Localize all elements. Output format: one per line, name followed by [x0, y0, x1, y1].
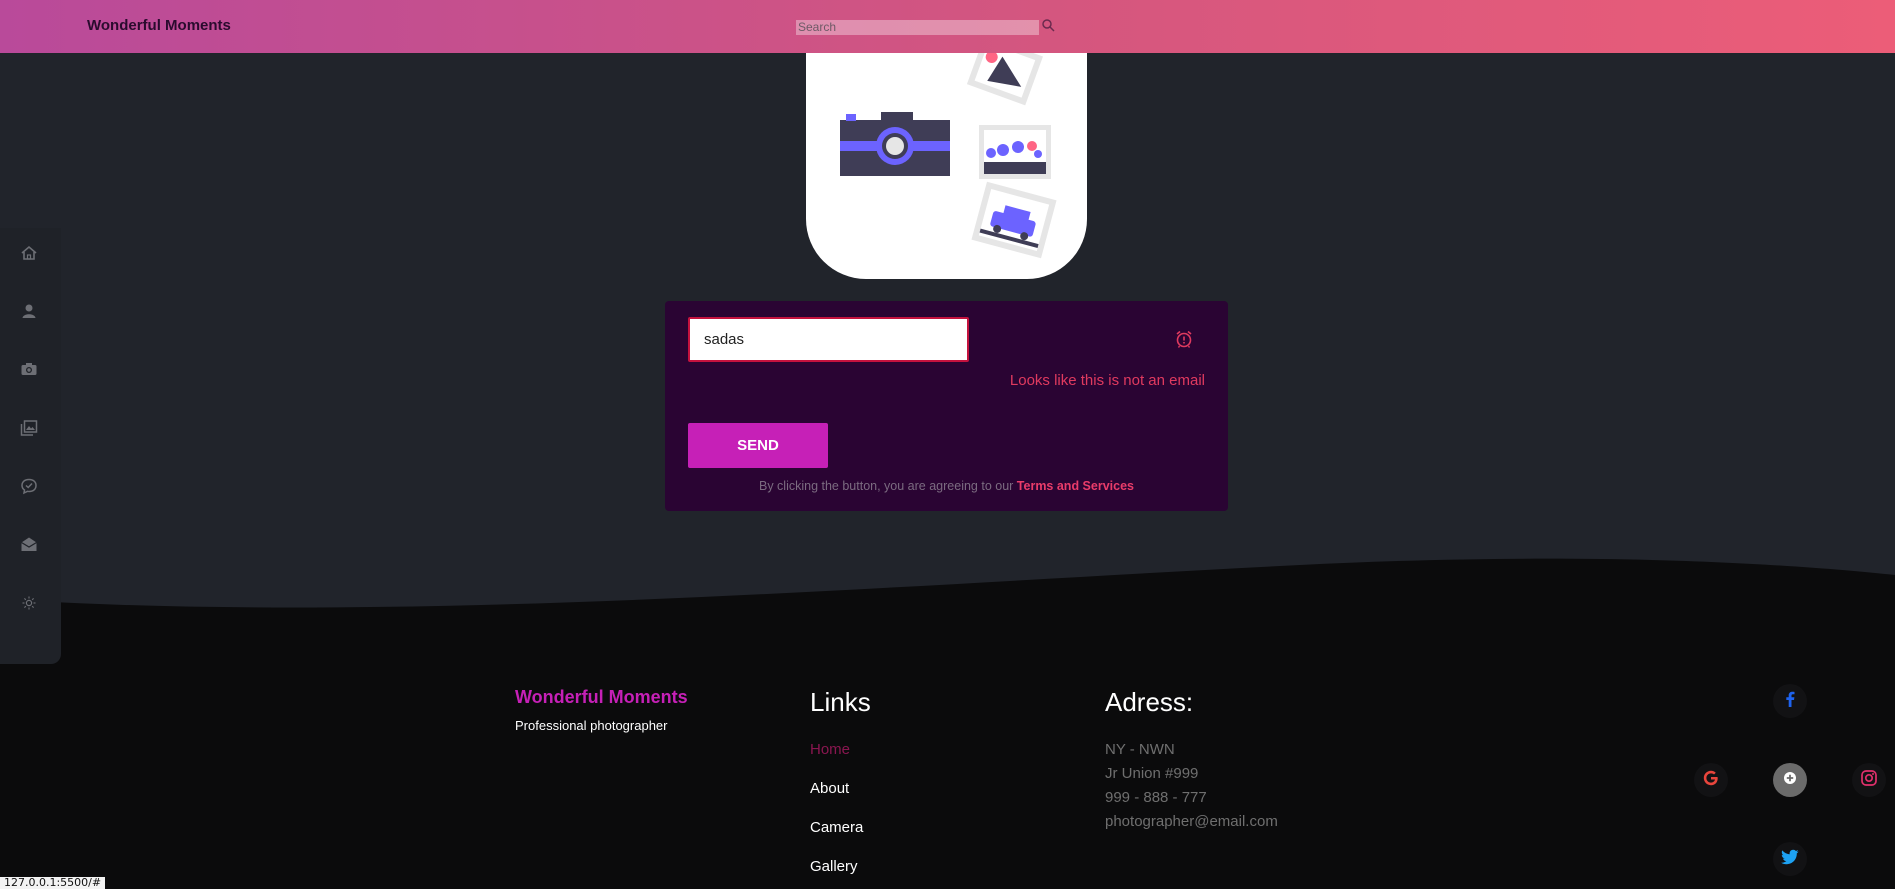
sidebar-item-home[interactable]	[18, 244, 40, 266]
footer-link-gallery[interactable]: Gallery	[810, 858, 858, 875]
gallery-icon	[20, 419, 38, 442]
email-error-message: Looks like this is not an email	[1009, 372, 1205, 389]
search-input[interactable]	[796, 19, 1039, 35]
status-url: 127.0.0.1:5500/#	[0, 877, 106, 889]
sidebar-item-camera[interactable]	[18, 360, 40, 382]
search-bar	[796, 18, 1055, 36]
terms-prefix: By clicking the button, you are agreeing…	[758, 479, 1014, 493]
instagram-link[interactable]	[1852, 763, 1886, 797]
sidebar-item-theme[interactable]	[18, 594, 40, 616]
footer-link-camera[interactable]: Camera	[810, 819, 863, 836]
send-button[interactable]: SEND	[688, 423, 828, 468]
sidebar-item-messages[interactable]	[18, 477, 40, 499]
twitter-icon	[1781, 849, 1799, 870]
site-footer: Wonderful Moments Professional photograp…	[0, 630, 1895, 889]
home-icon	[20, 244, 38, 267]
footer-link-home[interactable]: Home	[810, 741, 850, 758]
search-icon[interactable]	[1041, 18, 1056, 33]
terms-notice: By clicking the button, you are agreeing…	[665, 479, 1228, 493]
sun-icon	[22, 596, 36, 615]
footer-link-about[interactable]: About	[810, 780, 849, 797]
sidebar-item-gallery[interactable]	[18, 419, 40, 441]
add-social-link[interactable]	[1773, 763, 1807, 797]
sidebar-item-contact[interactable]	[18, 535, 40, 557]
footer-brand: Wonderful Moments	[515, 687, 688, 707]
facebook-link[interactable]	[1773, 684, 1807, 718]
side-navigation	[0, 228, 61, 664]
twitter-link[interactable]	[1773, 842, 1807, 876]
address-heading: Adress:	[1105, 687, 1194, 717]
footer-tagline: Professional photographer	[515, 718, 668, 733]
address-line: NY - NWN	[1105, 741, 1175, 758]
terms-link[interactable]: Terms and Services	[1017, 479, 1134, 493]
links-heading: Links	[810, 687, 871, 717]
google-link[interactable]	[1694, 763, 1728, 797]
instagram-icon	[1860, 769, 1878, 792]
email-field[interactable]	[688, 317, 969, 362]
top-navbar: Wonderful Moments	[0, 0, 1895, 53]
subscribe-form: Looks like this is not an email SEND By …	[665, 301, 1228, 511]
plus-icon	[1783, 771, 1797, 790]
google-icon	[1702, 769, 1720, 792]
facebook-icon	[1783, 691, 1797, 712]
address-email: photographer@email.com	[1105, 813, 1278, 830]
address-phone: 999 - 888 - 777	[1105, 789, 1207, 806]
footer-wave	[0, 558, 1895, 635]
chat-check-icon	[20, 477, 38, 500]
site-brand[interactable]: Wonderful Moments	[87, 17, 231, 34]
hero-illustration	[806, 40, 1087, 279]
mail-open-icon	[20, 535, 38, 558]
sidebar-item-profile[interactable]	[18, 302, 40, 324]
alarm-icon	[1174, 329, 1194, 349]
camera-icon	[20, 360, 38, 383]
user-icon	[20, 302, 38, 325]
address-line: Jr Union #999	[1105, 765, 1199, 782]
